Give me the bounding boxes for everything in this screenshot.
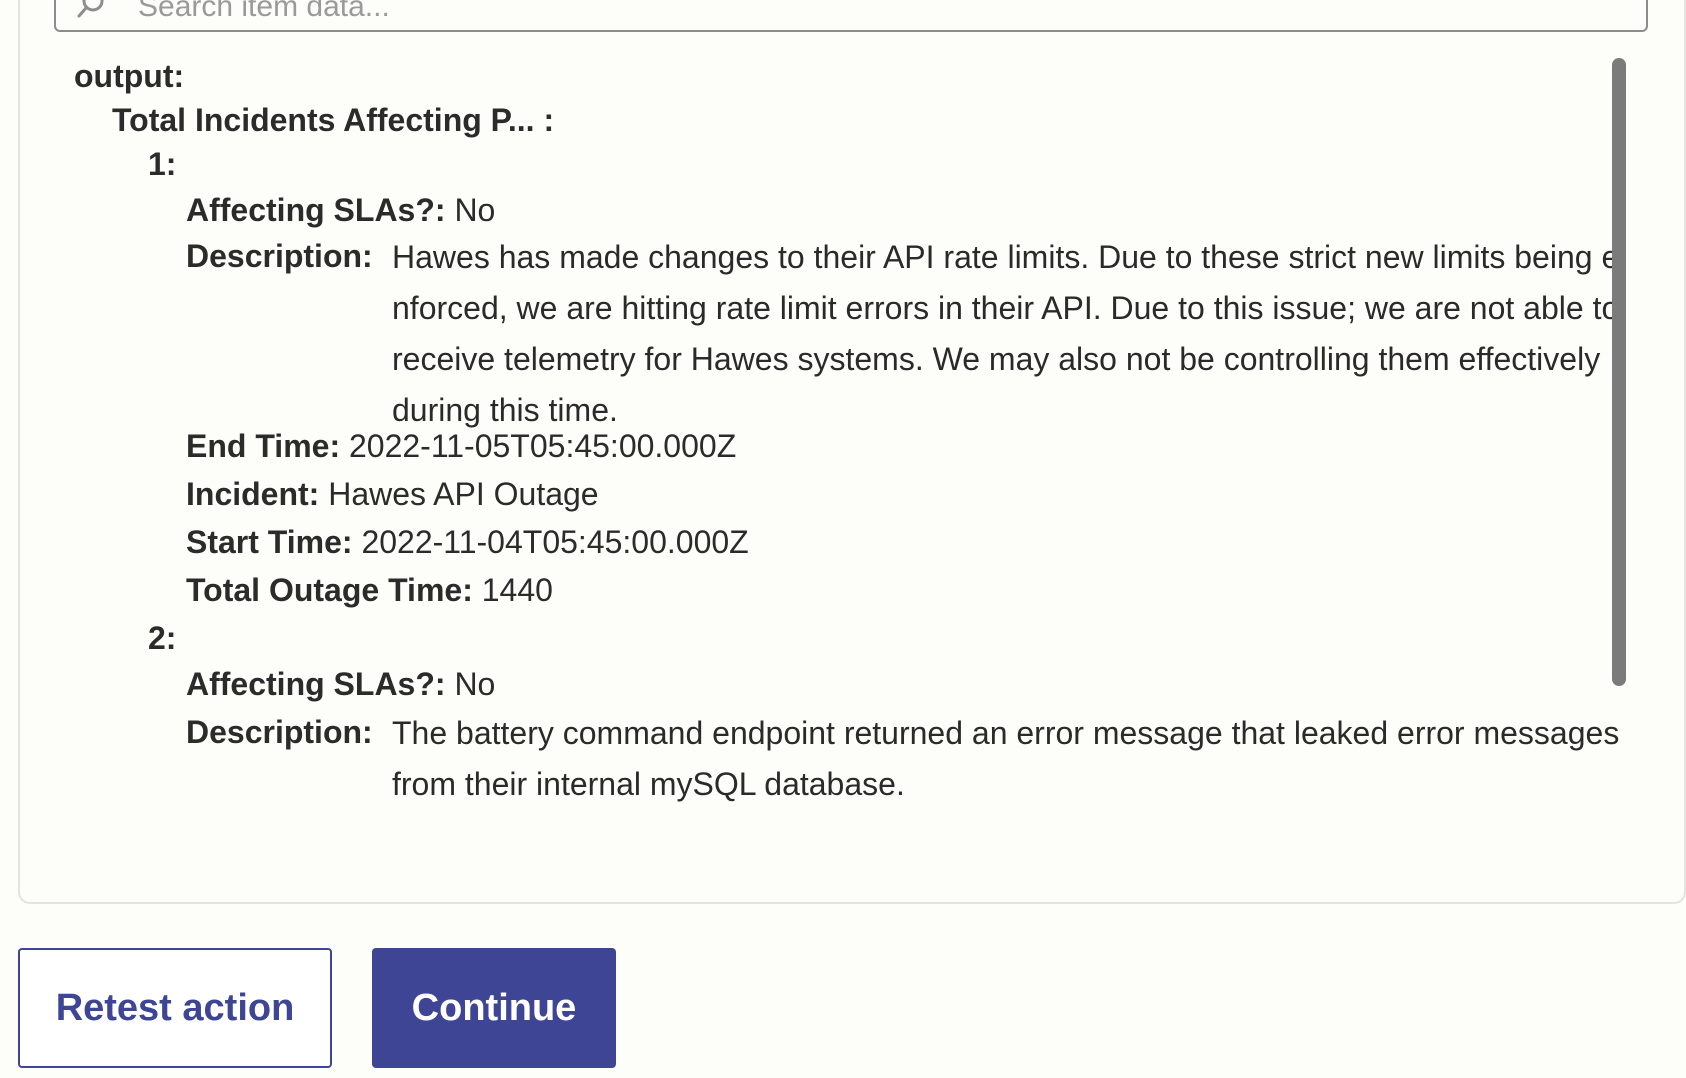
field-value: No [454, 192, 496, 228]
field-value-description: The battery command endpoint returned an… [392, 715, 1620, 802]
field-value: 2022-11-05T05:45:00.000Z [348, 428, 737, 464]
field-key-description: Description: [186, 238, 373, 274]
field-key: Affecting SLAs?: [186, 192, 446, 228]
retest-action-button[interactable]: Retest action [18, 948, 332, 1068]
field-start-time: Start Time: 2022-11-04T05:45:00.000Z [186, 522, 749, 562]
field-key: Incident: [186, 476, 320, 512]
search-icon [77, 0, 104, 18]
output-tree[interactable]: output: Total Incidents Affecting P... :… [74, 56, 1626, 866]
field-value: No [454, 666, 496, 702]
field-affecting-slas: Affecting SLAs?: No [186, 664, 495, 704]
field-end-time: End Time: 2022-11-05T05:45:00.000Z [186, 426, 736, 466]
field-key: End Time: [186, 428, 341, 464]
continue-button[interactable]: Continue [372, 948, 616, 1068]
field-key: Affecting SLAs?: [186, 666, 446, 702]
field-total-outage-time: Total Outage Time: 1440 [186, 570, 553, 610]
field-key: Total Outage Time: [186, 572, 473, 608]
field-key: Start Time: [186, 524, 353, 560]
item-index[interactable]: 1: [148, 144, 176, 184]
group-key[interactable]: Total Incidents Affecting P... : [112, 100, 554, 140]
field-value-description: Hawes has made changes to their API rate… [392, 239, 1620, 428]
field-incident: Incident: Hawes API Outage [186, 474, 599, 514]
item-index[interactable]: 2: [148, 618, 176, 658]
field-value: 1440 [481, 572, 553, 608]
search-input[interactable] [136, 0, 1620, 32]
search-box[interactable] [54, 0, 1648, 32]
field-key-description: Description: [186, 714, 373, 750]
output-key: output: [74, 58, 185, 94]
field-value: 2022-11-04T05:45:00.000Z [361, 524, 749, 560]
scrollbar-thumb[interactable] [1612, 58, 1626, 686]
field-affecting-slas: Affecting SLAs?: No [186, 190, 495, 230]
field-value: Hawes API Outage [328, 476, 599, 512]
